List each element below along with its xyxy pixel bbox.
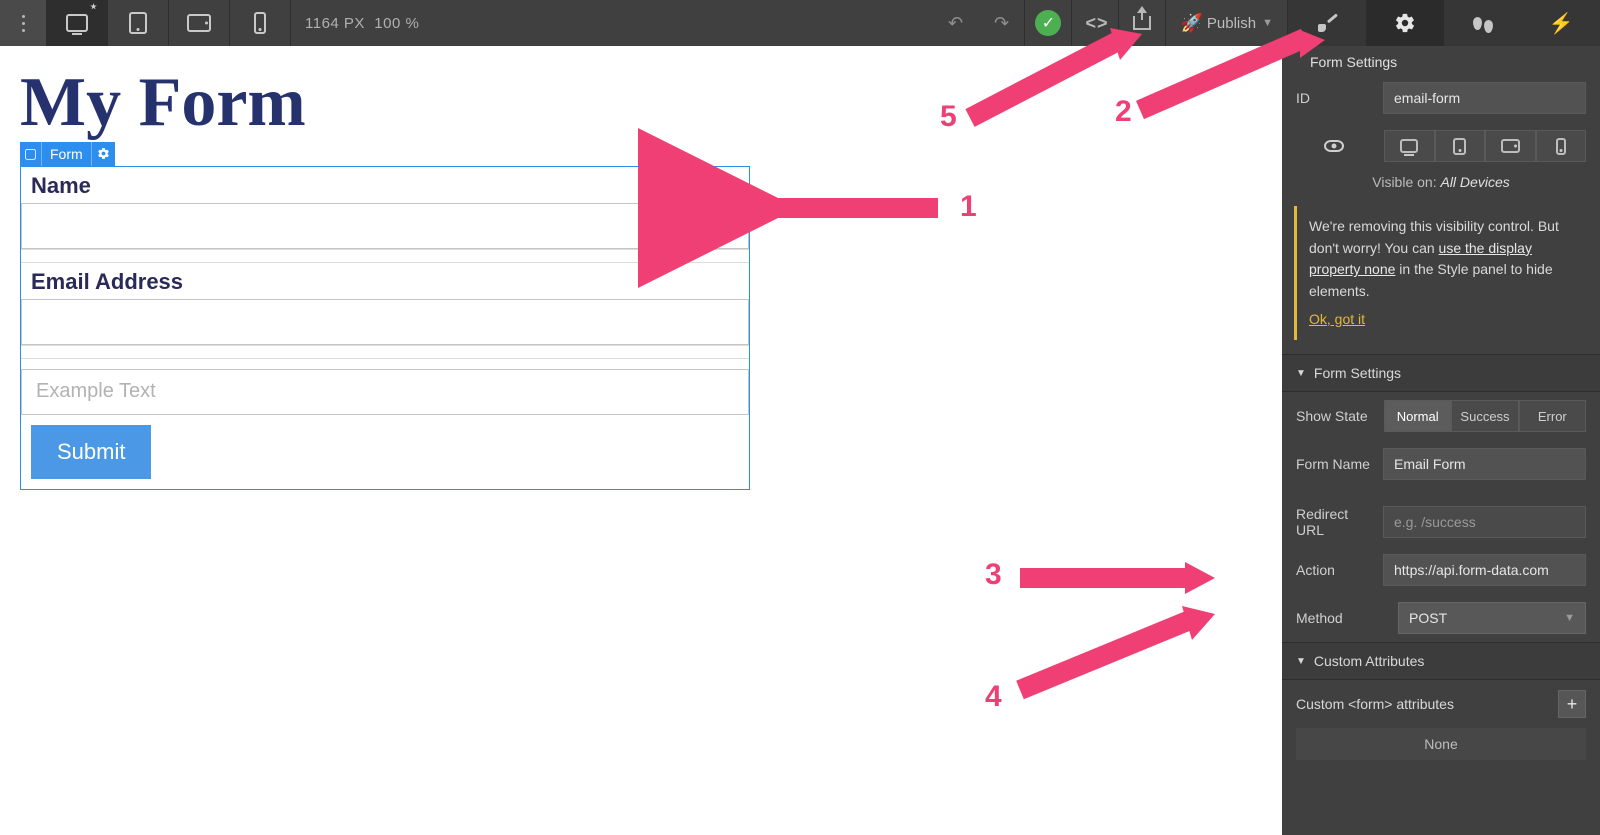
method-select[interactable]: POST▼ <box>1398 602 1586 634</box>
input-example[interactable] <box>21 369 749 415</box>
annotation-4: 4 <box>985 680 1002 714</box>
show-state-seg: Normal Success Error <box>1384 400 1586 432</box>
custom-attr-none: None <box>1296 728 1586 760</box>
bolt-icon: ⚡ <box>1549 11 1574 36</box>
annotation-1: 1 <box>960 190 977 224</box>
label-email: Email Address <box>21 263 749 299</box>
code-icon: < > <box>1085 13 1105 34</box>
page-heading: My Form <box>20 66 1262 140</box>
submit-button[interactable]: Submit <box>31 425 151 479</box>
show-state-label: Show State <box>1296 408 1372 424</box>
vis-tablet[interactable] <box>1435 130 1486 162</box>
brush-icon <box>1317 13 1337 33</box>
visibility-notice: We're removing this visibility control. … <box>1294 206 1588 340</box>
rocket-icon: 🚀 <box>1180 13 1202 34</box>
vis-desktop[interactable] <box>1384 130 1435 162</box>
panel-title: Form Settings <box>1282 46 1600 74</box>
add-attribute-button[interactable]: + <box>1558 690 1586 718</box>
method-label: Method <box>1296 610 1386 626</box>
top-toolbar: 1164 PX 100 % ↶ ↷ ✓ < > 🚀 Publish ▼ ⚡ <box>0 0 1600 46</box>
annotation-2: 2 <box>1115 95 1132 129</box>
export-icon <box>1133 16 1151 30</box>
star-icon <box>90 3 97 10</box>
gear-icon <box>1394 12 1416 34</box>
form-name-label: Form Name <box>1296 456 1371 472</box>
state-error[interactable]: Error <box>1519 400 1586 432</box>
section-form-settings[interactable]: ▼ Form Settings <box>1282 354 1600 392</box>
selection-tag[interactable]: ▢ Form <box>20 142 115 166</box>
redirect-input[interactable] <box>1383 506 1586 538</box>
tab-interactions[interactable] <box>1444 0 1522 46</box>
redirect-label: Redirect URL <box>1296 506 1371 538</box>
selection-settings-icon[interactable] <box>91 142 115 166</box>
device-desktop-button[interactable] <box>47 0 107 46</box>
tab-power[interactable]: ⚡ <box>1522 0 1600 46</box>
eye-icon <box>1324 140 1344 152</box>
right-panel-tabs: ⚡ <box>1288 0 1600 46</box>
action-input[interactable] <box>1383 554 1586 586</box>
device-phone-button[interactable] <box>230 0 290 46</box>
status-ok-button[interactable]: ✓ <box>1025 0 1071 46</box>
design-canvas[interactable]: My Form ▢ Form Name Email Address Submit <box>0 46 1282 835</box>
state-normal[interactable]: Normal <box>1384 400 1451 432</box>
label-name: Name <box>21 167 749 203</box>
vis-phone[interactable] <box>1536 130 1587 162</box>
action-label: Action <box>1296 562 1371 578</box>
vis-tablet-landscape[interactable] <box>1485 130 1536 162</box>
tab-style[interactable] <box>1288 0 1366 46</box>
export-button[interactable] <box>1119 0 1165 46</box>
undo-icon: ↶ <box>948 13 963 34</box>
selection-label: Form <box>42 146 91 162</box>
canvas-size-readout: 1164 PX 100 % <box>291 15 433 32</box>
form-element[interactable]: Name Email Address Submit <box>20 166 750 490</box>
form-name-input[interactable] <box>1383 448 1586 480</box>
input-email[interactable] <box>21 299 749 345</box>
device-tablet-button[interactable] <box>108 0 168 46</box>
input-name[interactable] <box>21 203 749 249</box>
element-box-icon: ▢ <box>20 142 42 166</box>
tab-settings[interactable] <box>1366 0 1444 46</box>
redo-button[interactable]: ↷ <box>978 0 1024 46</box>
section-custom-attributes[interactable]: ▼ Custom Attributes <box>1282 642 1600 680</box>
disclosure-triangle-icon: ▼ <box>1296 656 1306 667</box>
redo-icon: ↷ <box>994 13 1009 34</box>
state-success[interactable]: Success <box>1451 400 1518 432</box>
drops-icon <box>1473 17 1493 30</box>
chevron-down-icon: ▼ <box>1262 17 1273 29</box>
visibility-device-seg <box>1384 130 1586 162</box>
notice-ok-link[interactable]: Ok, got it <box>1309 309 1365 331</box>
code-button[interactable]: < > <box>1072 0 1118 46</box>
menu-button[interactable] <box>0 0 46 46</box>
custom-form-attr-label: Custom <form> attributes <box>1296 696 1454 712</box>
publish-button[interactable]: 🚀 Publish ▼ <box>1166 0 1287 46</box>
visible-on-text: Visible on: All Devices <box>1282 170 1600 200</box>
publish-label: Publish <box>1203 15 1262 32</box>
check-icon: ✓ <box>1035 10 1061 36</box>
id-label: ID <box>1296 90 1371 106</box>
device-tablet-landscape-button[interactable] <box>169 0 229 46</box>
disclosure-triangle-icon: ▼ <box>1296 368 1306 379</box>
annotation-3: 3 <box>985 558 1002 592</box>
chevron-down-icon: ▼ <box>1564 612 1575 624</box>
annotation-5: 5 <box>940 100 957 134</box>
settings-panel: Form Settings ID Visible on: All Devices… <box>1282 46 1600 835</box>
id-input[interactable] <box>1383 82 1586 114</box>
undo-button[interactable]: ↶ <box>932 0 978 46</box>
